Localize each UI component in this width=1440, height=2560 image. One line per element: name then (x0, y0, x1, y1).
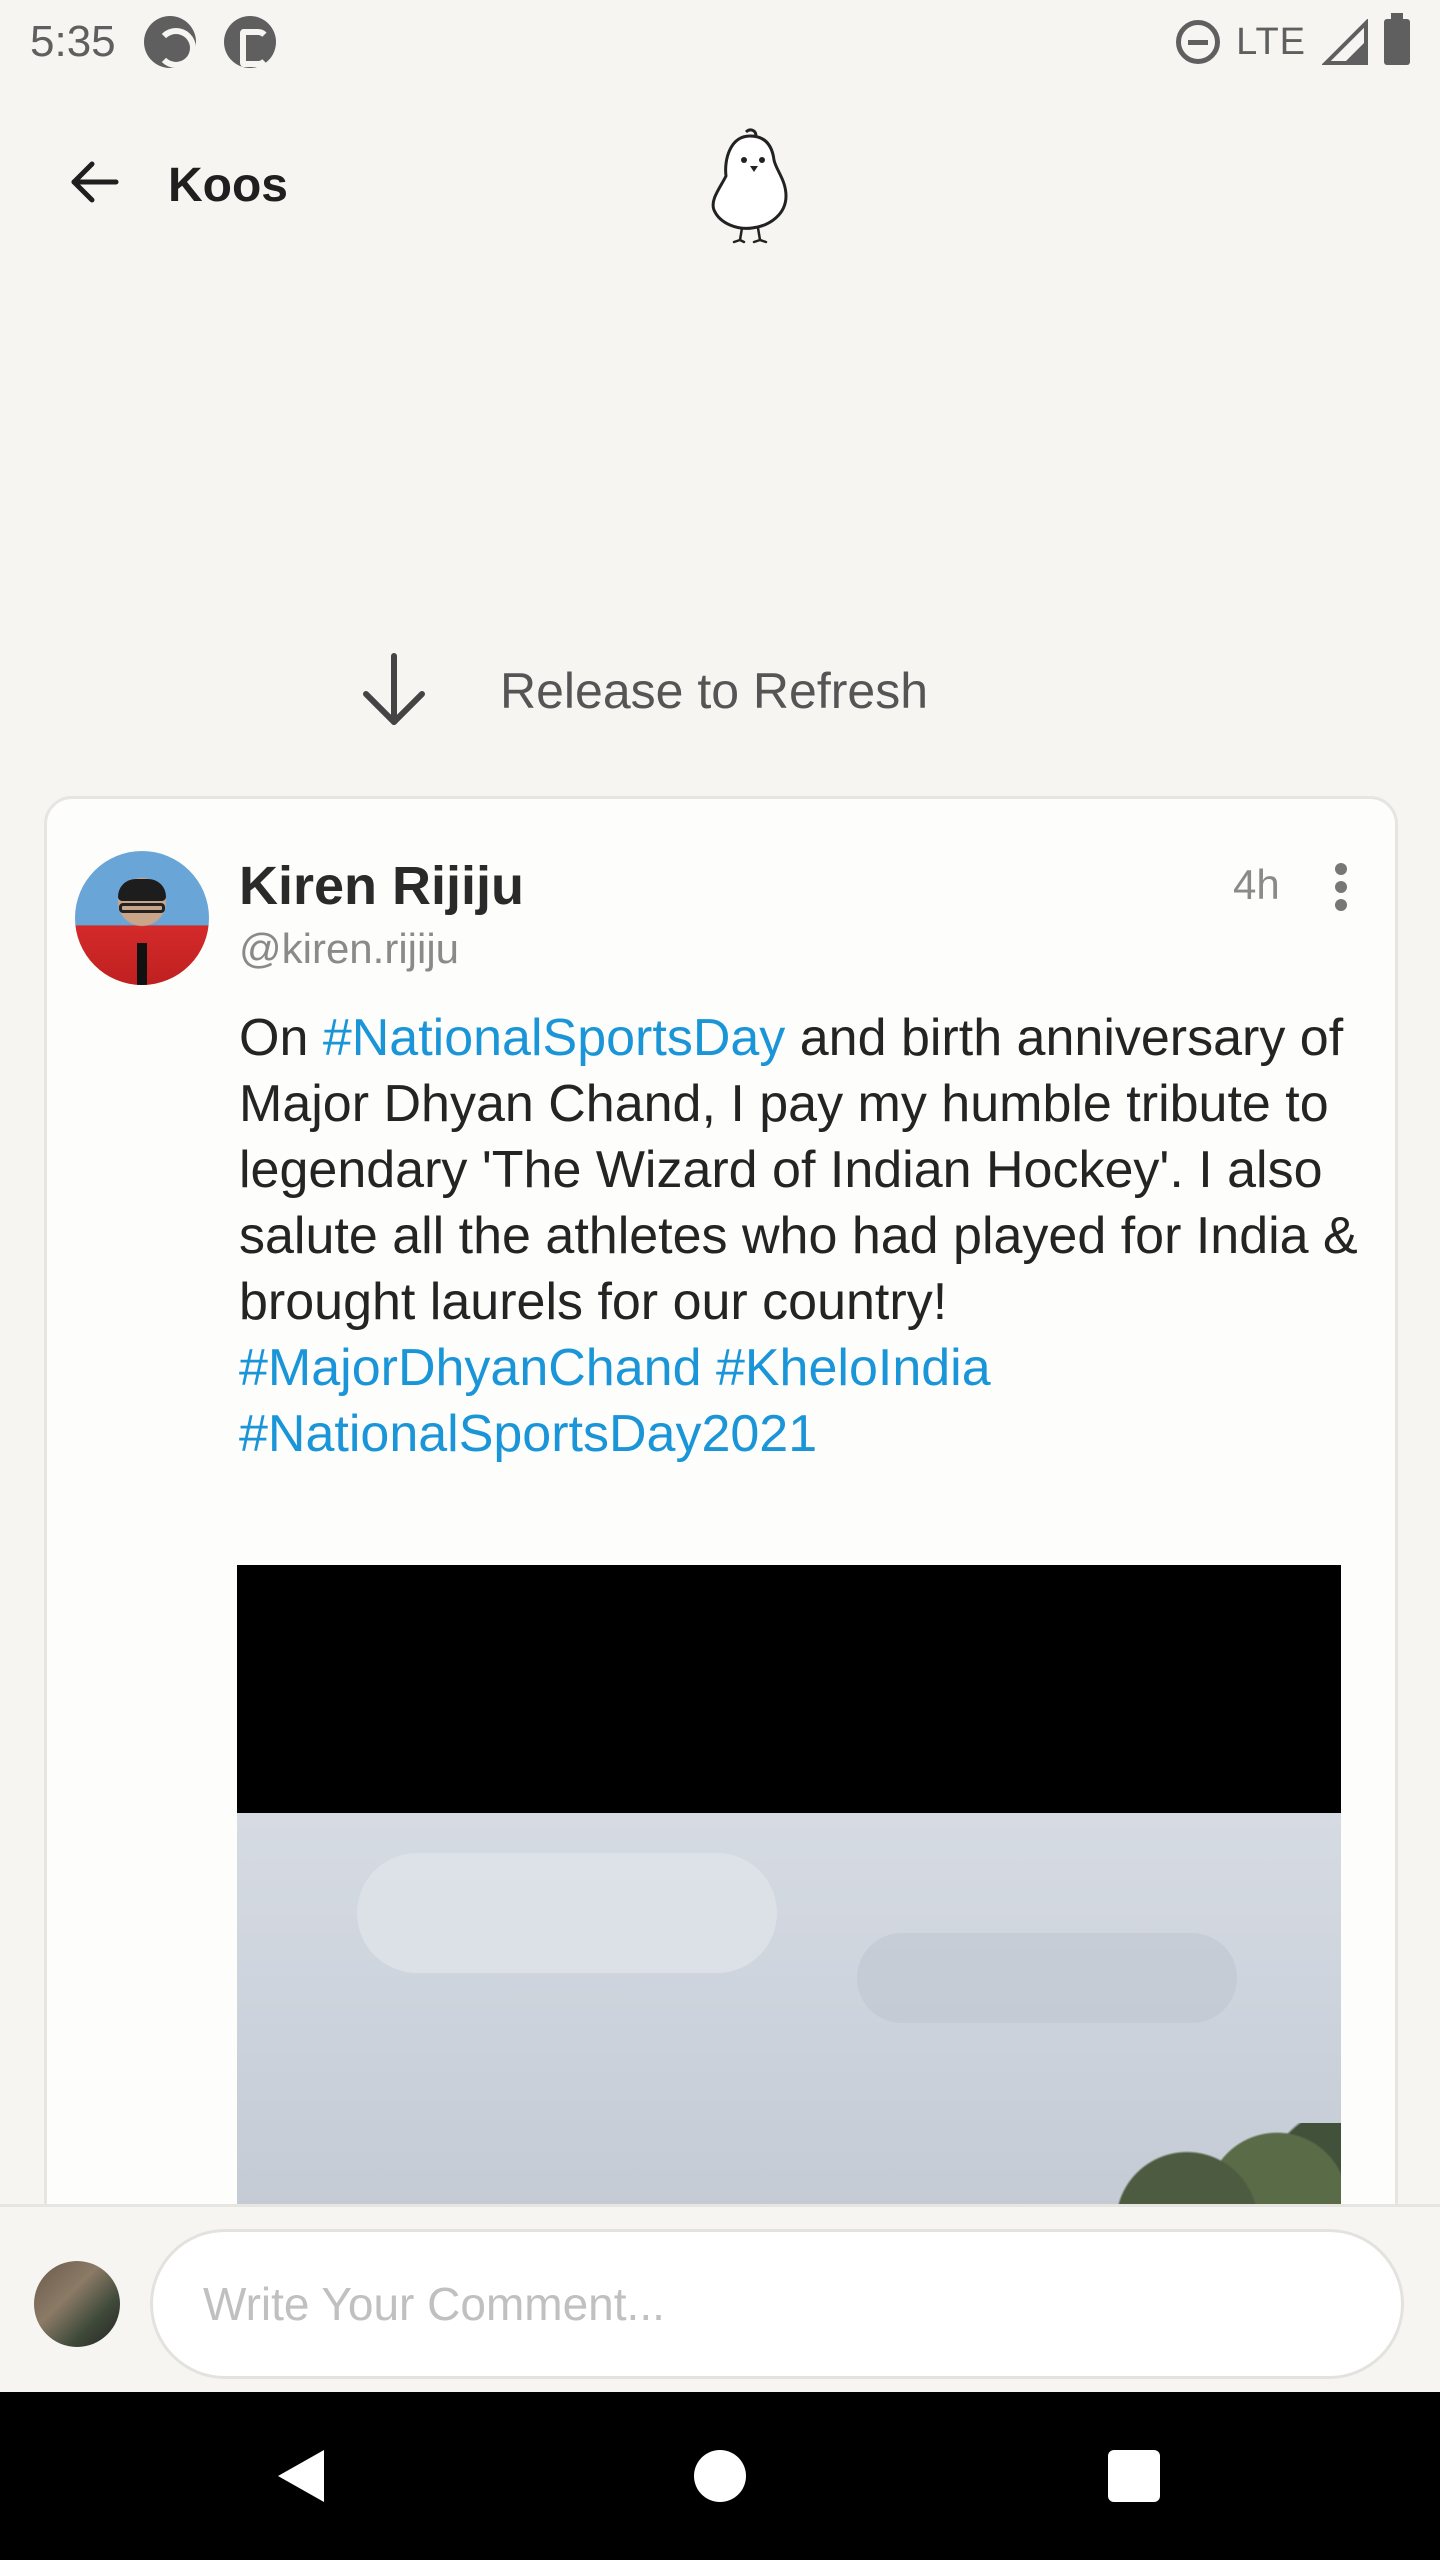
hashtag-link[interactable]: #MajorDhyanChand (239, 1339, 702, 1397)
more-options-button[interactable] (1319, 859, 1363, 915)
nav-recents-icon[interactable] (1108, 2450, 1160, 2502)
author-avatar[interactable] (75, 851, 209, 985)
back-button[interactable] (62, 150, 126, 214)
page-title: Koos (168, 159, 288, 212)
nav-home-icon[interactable] (694, 2450, 746, 2502)
koo-post-card[interactable]: Kiren Rijiju @kiren.rijiju 4h On #Nation… (44, 796, 1398, 2256)
nav-back-icon[interactable] (272, 2446, 332, 2506)
status-left: 5:35 (30, 16, 276, 68)
post-text-segment: On (239, 1009, 323, 1067)
more-dot-icon (1335, 899, 1347, 911)
hashtag-link[interactable]: #KheloIndia (716, 1339, 991, 1397)
status-right: LTE (1176, 13, 1410, 65)
comment-input[interactable] (150, 2229, 1404, 2379)
photo-cloud (357, 1853, 777, 1973)
arrow-down-icon (363, 653, 425, 725)
post-media-image[interactable] (237, 1813, 1341, 2253)
avatar-hair (118, 879, 166, 901)
app-bar: Koos (0, 120, 1440, 244)
arrow-left-icon (71, 161, 119, 203)
status-time: 5:35 (30, 17, 116, 66)
post-text: On #NationalSportsDay and birth annivers… (239, 1005, 1379, 1467)
post-media-letterbox[interactable] (237, 1565, 1341, 1813)
network-type: LTE (1236, 20, 1306, 63)
koo-bird-logo-icon (711, 128, 788, 244)
author-handle[interactable]: @kiren.rijiju (239, 925, 459, 973)
author-name[interactable]: Kiren Rijiju (239, 855, 524, 917)
post-timestamp: 4h (1233, 861, 1280, 908)
do-not-disturb-icon (1176, 20, 1221, 64)
battery-icon (1384, 13, 1410, 65)
more-dot-icon (1335, 863, 1347, 875)
commenter-avatar[interactable] (34, 2261, 120, 2347)
refresh-label: Release to Refresh (500, 663, 929, 719)
sync-app-icon (143, 16, 196, 68)
system-nav-bar (0, 2392, 1440, 2560)
status-bar: 5:35 LTE (0, 0, 1440, 84)
hashtag-link[interactable]: #NationalSportsDay (323, 1009, 785, 1067)
pull-to-refresh: Release to Refresh (0, 640, 1440, 740)
koo-app-icon (223, 16, 276, 68)
comment-bar (0, 2204, 1440, 2392)
hashtag-link[interactable]: #NationalSportsDay2021 (239, 1405, 817, 1463)
signal-icon (1322, 19, 1368, 65)
avatar-glasses (119, 903, 165, 913)
avatar-tie (137, 943, 147, 985)
more-dot-icon (1335, 881, 1347, 893)
photo-cloud (857, 1933, 1237, 2023)
